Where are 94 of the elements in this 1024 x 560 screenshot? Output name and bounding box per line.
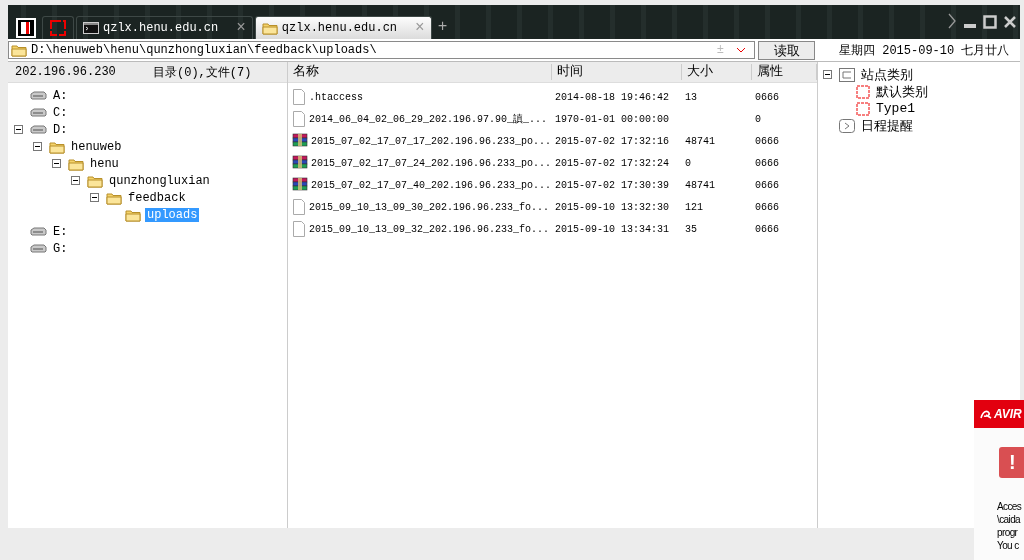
column-header[interactable]: 属性 bbox=[752, 64, 817, 80]
window-icon bbox=[839, 67, 855, 82]
date-text: 星期四 2015-09-10 七月廿八 bbox=[839, 42, 1010, 59]
file-name[interactable]: 2015_07_02_17_07_40_202.196.96.233_po... bbox=[311, 179, 552, 191]
clock-icon bbox=[839, 118, 855, 133]
tree-item[interactable]: feedback bbox=[126, 190, 188, 205]
size-cell: 121 bbox=[685, 201, 703, 213]
expander-box[interactable] bbox=[90, 193, 99, 202]
tree-item[interactable]: 日程提醒 bbox=[859, 116, 915, 135]
archive-icon bbox=[292, 155, 308, 171]
folder-icon bbox=[11, 43, 27, 57]
time-cell: 2015-07-02 17:32:16 bbox=[555, 135, 670, 147]
tree-item[interactable]: henu bbox=[88, 156, 121, 171]
time-cell: 2015-07-02 17:30:39 bbox=[555, 179, 670, 191]
column-header[interactable]: 大小 bbox=[682, 64, 752, 80]
size-cell: 13 bbox=[685, 91, 697, 103]
size-cell: 35 bbox=[685, 223, 697, 235]
file-icon bbox=[292, 199, 306, 215]
time-cell: 2015-09-10 13:32:30 bbox=[555, 201, 670, 213]
tab[interactable]: qzlx.henu.edu.cn × bbox=[254, 16, 432, 39]
tree-item[interactable]: Type1 bbox=[874, 101, 917, 116]
close-icon[interactable] bbox=[1003, 15, 1017, 29]
file-name[interactable]: 2015_09_10_13_09_32_202.196.96.233_fo... bbox=[309, 223, 550, 235]
tree-item[interactable]: D: bbox=[51, 122, 70, 137]
folder-icon bbox=[106, 190, 122, 205]
size-cell: 48741 bbox=[685, 135, 715, 147]
folder-icon bbox=[49, 139, 65, 154]
host-address: 202.196.96.230 bbox=[15, 65, 117, 79]
column-header[interactable]: 时间 bbox=[552, 64, 682, 80]
message-text: Acces bbox=[997, 500, 1022, 513]
drive-icon bbox=[30, 227, 47, 236]
dashed-square-icon bbox=[856, 84, 870, 99]
time-cell: 2015-09-10 13:34:31 bbox=[555, 223, 670, 235]
archive-icon bbox=[292, 177, 308, 193]
attribute-cell: 0666 bbox=[755, 91, 779, 103]
expander-box[interactable] bbox=[823, 70, 832, 79]
drive-icon bbox=[30, 91, 47, 100]
time-cell: 1970-01-01 00:00:00 bbox=[555, 113, 670, 125]
size-cell: 48741 bbox=[685, 179, 715, 191]
folder-icon bbox=[125, 207, 141, 222]
dropdown-caret-icon[interactable] bbox=[736, 47, 746, 53]
brand-name: AVIR bbox=[994, 407, 1022, 421]
expander-box[interactable] bbox=[52, 159, 61, 168]
folder-icon bbox=[87, 173, 103, 188]
attribute-cell: 0666 bbox=[755, 201, 779, 213]
folder-icon bbox=[261, 21, 278, 35]
item-counts: 目录(0),文件(7) bbox=[153, 64, 252, 81]
file-name[interactable]: 2015_07_02_17_07_17_202.196.96.233_po... bbox=[311, 135, 552, 147]
read-button[interactable]: 读取 bbox=[758, 40, 815, 60]
size-cell: 0 bbox=[685, 157, 691, 169]
file-name[interactable]: 2015_07_02_17_07_24_202.196.96.233_po... bbox=[311, 157, 552, 169]
attribute-cell: 0 bbox=[755, 113, 761, 125]
maximize-icon[interactable] bbox=[983, 15, 997, 29]
address-field[interactable]: D:\henuweb\henu\qunzhongluxian\feedback\uploads\ ± bbox=[8, 41, 755, 59]
expander-box[interactable] bbox=[71, 176, 80, 185]
column-header[interactable]: 名称 bbox=[288, 64, 552, 80]
message-text: \caida bbox=[997, 513, 1021, 526]
file-name[interactable]: 2015_09_10_13_09_30_202.196.96.233_fo... bbox=[309, 201, 550, 213]
new-tab-button[interactable]: + bbox=[437, 18, 448, 36]
attribute-cell: 0666 bbox=[755, 157, 779, 169]
tree-item[interactable]: henuweb bbox=[69, 139, 124, 154]
file-name[interactable]: .htaccess bbox=[309, 91, 363, 103]
alert-icon: ! bbox=[999, 447, 1024, 478]
tree-item[interactable]: 默认类别 bbox=[874, 82, 930, 101]
drive-icon bbox=[30, 108, 47, 117]
tree-item[interactable]: 站点类别 bbox=[859, 65, 915, 84]
file-icon bbox=[292, 221, 306, 237]
logo-icon bbox=[980, 409, 992, 419]
attribute-cell: 0666 bbox=[755, 135, 779, 147]
dashed-square-icon bbox=[856, 101, 870, 116]
file-name[interactable]: 2014_06_04_02_06_29_202.196.97.90_謓_... bbox=[309, 112, 548, 126]
time-cell: 2014-08-18 19:46:42 bbox=[555, 91, 670, 103]
expander-box[interactable] bbox=[14, 125, 23, 134]
folder-icon bbox=[68, 156, 84, 171]
attribute-cell: 0666 bbox=[755, 179, 779, 191]
tree-item[interactable]: E: bbox=[51, 224, 70, 239]
tree-item[interactable]: C: bbox=[51, 105, 70, 120]
archive-icon bbox=[292, 133, 308, 149]
close-icon[interactable]: × bbox=[236, 19, 246, 37]
tree-item[interactable]: G: bbox=[51, 241, 70, 256]
chevron-right-icon[interactable] bbox=[947, 13, 957, 29]
drive-icon bbox=[30, 244, 47, 253]
attribute-cell: 0666 bbox=[755, 223, 779, 235]
message-text: You c bbox=[997, 539, 1019, 552]
file-icon bbox=[292, 111, 306, 127]
tree-item[interactable]: A: bbox=[51, 88, 70, 103]
expander-box[interactable] bbox=[33, 142, 42, 151]
terminal-icon bbox=[83, 22, 99, 34]
square-icon bbox=[49, 19, 67, 37]
file-icon bbox=[292, 89, 306, 105]
drive-icon bbox=[30, 125, 47, 134]
time-cell: 2015-07-02 17:32:24 bbox=[555, 157, 670, 169]
tree-item[interactable]: qunzhongluxian bbox=[107, 173, 212, 188]
message-text: progr bbox=[997, 526, 1018, 539]
